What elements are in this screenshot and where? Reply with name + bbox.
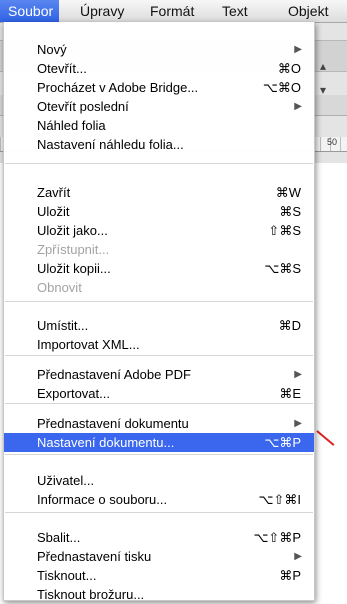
submenu-arrow-icon: ▶ <box>294 369 302 380</box>
menu-item-prochazet-v-adobe-bridge[interactable]: Procházet v Adobe Bridge... ⌥⌘O <box>4 78 314 97</box>
menu-item-label: Nastavení dokumentu... <box>37 435 175 450</box>
menu-item-label: Zpřístupnit... <box>37 242 110 257</box>
menu-item-zavrit[interactable]: Zavřít ⌘W <box>4 183 314 202</box>
submenu-arrow-icon: ▶ <box>294 418 302 429</box>
menu-item-label: Tisknout brožuru... <box>37 587 145 602</box>
menu-item-label: Procházet v Adobe Bridge... <box>37 80 199 95</box>
menu-item-label: Náhled folia <box>37 118 106 133</box>
menu-separator <box>5 403 313 404</box>
menu-item-ulozit-kopii[interactable]: Uložit kopii... ⌥⌘S <box>4 259 314 278</box>
menu-item-shortcut: ⌘S <box>279 204 301 219</box>
menu-item-prednastaveni-adobe-pdf[interactable]: Přednastavení Adobe PDF ▶ <box>4 365 314 384</box>
menu-item-informace-o-souboru[interactable]: Informace o souboru... ⌥⇧⌘I <box>4 490 314 509</box>
file-menu-dropdown: Nový ▶ Otevřít... ⌘O Procházet v Adobe Bridg… <box>3 22 315 604</box>
menu-item-umistit[interactable]: Umístit... ⌘D <box>4 316 314 335</box>
menu-item-label: Přednastavení dokumentu <box>37 416 189 431</box>
menu-item-otevrit-posledni[interactable]: Otevřít poslední ▶ <box>4 97 314 116</box>
menu-soubor[interactable]: Soubor <box>0 0 60 22</box>
menu-bar: Soubor Úpravy Formát Text Objekt <box>0 0 347 23</box>
menu-item-label: Sbalit... <box>37 530 81 545</box>
menu-item-label: Otevřít poslední <box>37 99 129 114</box>
ruler-label: 50 <box>327 137 338 147</box>
menu-item-label: Uložit jako... <box>37 223 108 238</box>
menu-text[interactable]: Text <box>222 3 248 19</box>
menu-item-shortcut: ⌘D <box>278 318 301 333</box>
menu-item-label: Zavřít <box>37 185 71 200</box>
menu-item-shortcut: ⌘P <box>279 568 301 583</box>
menu-item-shortcut: ⌘E <box>279 386 301 401</box>
menu-item-shortcut: ⌥⌘O <box>262 80 301 95</box>
menu-item-label: Tisknout... <box>37 568 97 583</box>
menu-item-label: Přednastavení Adobe PDF <box>37 367 191 382</box>
menu-item-shortcut: ⌘O <box>277 61 301 76</box>
menu-item-shortcut: ⌥⌘S <box>264 261 301 276</box>
annotation-arrow-mark <box>316 430 335 446</box>
menu-upravy[interactable]: Úpravy <box>80 3 124 19</box>
menu-item-label: Exportovat... <box>37 386 110 401</box>
menu-item-label: Umístit... <box>37 318 89 333</box>
menu-item-ulozit[interactable]: Uložit ⌘S <box>4 202 314 221</box>
menu-item-tisknout-brozuru[interactable]: Tisknout brožuru... <box>4 585 314 604</box>
menu-separator <box>5 163 313 164</box>
submenu-arrow-icon: ▶ <box>294 551 302 562</box>
menu-item-obnovit: Obnovit <box>4 278 314 297</box>
submenu-arrow-icon: ▶ <box>294 101 302 112</box>
menu-item-ulozit-jako[interactable]: Uložit jako... ⇧⌘S <box>4 221 314 240</box>
menu-item-label: Uložit kopii... <box>37 261 111 276</box>
menu-item-label: Nastavení náhledu folia... <box>37 137 184 152</box>
menu-item-importovat-xml[interactable]: Importovat XML... <box>4 335 314 354</box>
menu-item-label: Obnovit <box>37 280 82 295</box>
menu-item-zpristupnit: Zpřístupnit... <box>4 240 314 259</box>
menu-item-uzivatel[interactable]: Uživatel... <box>4 471 314 490</box>
menu-separator <box>5 355 313 356</box>
menu-item-label: Uložit <box>37 204 70 219</box>
menu-item-shortcut: ⇧⌘S <box>268 223 301 238</box>
submenu-arrow-icon: ▶ <box>294 44 302 55</box>
side-down-arrow-icon[interactable]: ▾ <box>320 84 326 96</box>
menu-item-label: Otevřít... <box>37 61 87 76</box>
menu-item-label: Importovat XML... <box>37 337 140 352</box>
menu-item-shortcut: ⌥⇧⌘P <box>253 530 301 545</box>
menu-item-nahled-folia[interactable]: Náhled folia <box>4 116 314 135</box>
menu-objekt[interactable]: Objekt <box>288 3 328 19</box>
menu-item-shortcut: ⌘W <box>275 185 301 200</box>
menu-separator <box>5 301 313 302</box>
menu-item-novy[interactable]: Nový ▶ <box>4 40 314 59</box>
menu-item-label: Přednastavení tisku <box>37 549 152 564</box>
menu-item-nastaveni-nahledu-folia[interactable]: Nastavení náhledu folia... <box>4 135 314 154</box>
menu-item-exportovat[interactable]: Exportovat... ⌘E <box>4 384 314 403</box>
menu-item-otevrit[interactable]: Otevřít... ⌘O <box>4 59 314 78</box>
menu-item-prednastaveni-tisku[interactable]: Přednastavení tisku ▶ <box>4 547 314 566</box>
menu-item-shortcut: ⌥⇧⌘I <box>258 492 302 507</box>
side-up-arrow-icon[interactable]: ▴ <box>320 60 326 72</box>
menu-item-label: Nový <box>37 42 67 57</box>
menu-item-label: Informace o souboru... <box>37 492 168 507</box>
menu-item-tisknout[interactable]: Tisknout... ⌘P <box>4 566 314 585</box>
menu-separator <box>5 512 313 513</box>
menu-item-label: Uživatel... <box>37 473 95 488</box>
menu-item-shortcut: ⌥⌘P <box>264 435 301 450</box>
menu-item-sbalit[interactable]: Sbalit... ⌥⇧⌘P <box>4 528 314 547</box>
menu-item-nastaveni-dokumentu[interactable]: Nastavení dokumentu... ⌥⌘P <box>4 433 314 452</box>
menu-item-prednastaveni-dokumentu[interactable]: Přednastavení dokumentu ▶ <box>4 414 314 433</box>
menu-format[interactable]: Formát <box>150 3 194 19</box>
menu-separator <box>5 454 313 455</box>
